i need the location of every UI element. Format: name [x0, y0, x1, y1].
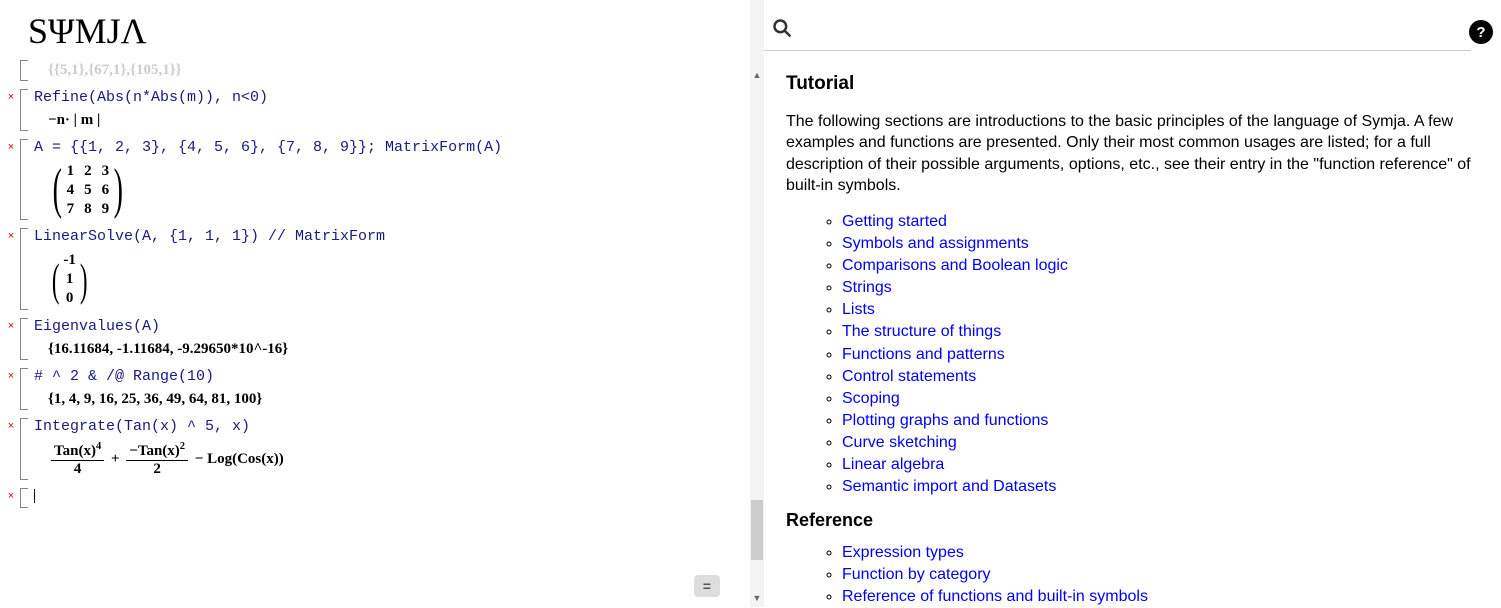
list-item: Scoping	[842, 388, 1471, 410]
cell-bracket	[20, 368, 28, 410]
tutorial-link[interactable]: Comparisons and Boolean logic	[842, 257, 1068, 274]
list-item: Comparisons and Boolean logic	[842, 255, 1471, 277]
cell-bracket	[20, 318, 28, 360]
cell-bracket	[20, 488, 28, 508]
list-item: Semantic import and Datasets	[842, 476, 1471, 498]
cell-bracket	[20, 228, 28, 309]
delete-cell-button[interactable]: ×	[4, 137, 18, 153]
tutorial-link[interactable]: The structure of things	[842, 323, 1001, 340]
search-bar	[764, 0, 1471, 51]
cell-input[interactable]: LinearSolve(A, {1, 1, 1}) // MatrixForm	[34, 226, 740, 247]
cell-input-active[interactable]	[34, 486, 740, 507]
help-icon[interactable]: ?	[1469, 20, 1493, 44]
list-item: Lists	[842, 299, 1471, 321]
cell-input[interactable]: A = {{1, 2, 3}, {4, 5, 6}, {7, 8, 9}}; M…	[34, 137, 740, 158]
list-item: Functions and patterns	[842, 344, 1471, 366]
list-item: Symbols and assignments	[842, 233, 1471, 255]
app-root: SΨMJΛ × {{5,1},{67,1},{105,1}} × Refine(…	[0, 0, 1501, 607]
tutorial-link[interactable]: Scoping	[842, 390, 900, 407]
list-item: Reference of functions and built-in symb…	[842, 586, 1471, 608]
cell-output: ( 123 456 789 )	[34, 158, 740, 222]
reference-heading: Reference	[786, 508, 1471, 532]
cell-input[interactable]: Eigenvalues(A)	[34, 316, 740, 337]
scroll-up-icon[interactable]: ▲	[750, 70, 764, 84]
notebook-scrollbar[interactable]: ▲ ▼	[750, 0, 764, 607]
tutorial-list: Getting started Symbols and assignments Co…	[786, 211, 1471, 498]
search-input[interactable]	[802, 18, 1463, 44]
cell-output: ( -1 1 0 )	[34, 247, 740, 311]
cell-output: {16.11684, -1.11684, -9.29650*10^-16}	[34, 337, 740, 362]
search-icon[interactable]	[772, 18, 792, 44]
list-item: Plotting graphs and functions	[842, 410, 1471, 432]
tutorial-heading: Tutorial	[786, 71, 1471, 97]
list-item: Strings	[842, 277, 1471, 299]
list-item: Control statements	[842, 366, 1471, 388]
tutorial-link[interactable]: Getting started	[842, 213, 947, 230]
cell-bracket	[20, 139, 28, 220]
reference-link[interactable]: Function by category	[842, 566, 991, 583]
doc-pane: ? Tutorial The following sections are in…	[764, 0, 1501, 607]
tutorial-intro: The following sections are introductions…	[786, 111, 1471, 197]
cell-empty: ×	[0, 486, 740, 510]
tutorial-link[interactable]: Curve sketching	[842, 434, 957, 451]
brand-logo: SΨMJΛ	[0, 0, 750, 54]
cell: × # ^ 2 & /@ Range(10) {1, 4, 9, 16, 25,…	[0, 366, 740, 412]
list-item: Curve sketching	[842, 432, 1471, 454]
list-item: The structure of things	[842, 321, 1471, 343]
scroll-thumb[interactable]	[751, 500, 763, 560]
reference-list: Expression types Function by category Refe…	[786, 542, 1471, 608]
cell: × Integrate(Tan(x) ^ 5, x) Tan(x)44 + −T…	[0, 416, 740, 482]
list-item: Getting started	[842, 211, 1471, 233]
cell: × A = {{1, 2, 3}, {4, 5, 6}, {7, 8, 9}};…	[0, 137, 740, 222]
cell-bracket	[20, 60, 28, 81]
cell-bracket	[20, 418, 28, 480]
tutorial-link[interactable]: Plotting graphs and functions	[842, 412, 1048, 429]
cell-output: −n· | m |	[34, 108, 740, 133]
delete-cell-button[interactable]: ×	[4, 316, 18, 332]
tutorial-link[interactable]: Functions and patterns	[842, 346, 1005, 363]
delete-cell-button[interactable]: ×	[4, 486, 18, 502]
cell-input[interactable]: # ^ 2 & /@ Range(10)	[34, 366, 740, 387]
cell: × Eigenvalues(A) {16.11684, -1.11684, -9…	[0, 316, 740, 362]
list-item: Linear algebra	[842, 454, 1471, 476]
tutorial-link[interactable]: Strings	[842, 279, 892, 296]
cell-faded: × {{5,1},{67,1},{105,1}}	[0, 58, 740, 83]
delete-cell-button[interactable]: ×	[4, 416, 18, 432]
reference-link[interactable]: Expression types	[842, 544, 964, 561]
cell-input[interactable]: Refine(Abs(n*Abs(m)), n<0)	[34, 87, 740, 108]
tutorial-link[interactable]: Lists	[842, 301, 875, 318]
cell-bracket	[20, 89, 28, 131]
tutorial-link[interactable]: Control statements	[842, 368, 976, 385]
tutorial-link[interactable]: Symbols and assignments	[842, 235, 1029, 252]
tutorial-link[interactable]: Linear algebra	[842, 456, 944, 473]
cell-output: {{5,1},{67,1},{105,1}}	[34, 58, 740, 83]
cell-input[interactable]: Integrate(Tan(x) ^ 5, x)	[34, 416, 740, 437]
scroll-down-icon[interactable]: ▼	[750, 593, 764, 607]
evaluate-button[interactable]: =	[694, 575, 720, 597]
reference-link[interactable]: Reference of functions and built-in symb…	[842, 588, 1148, 605]
cell-output: {1, 4, 9, 16, 25, 36, 49, 64, 81, 100}	[34, 387, 740, 412]
tutorial-link[interactable]: Semantic import and Datasets	[842, 478, 1056, 495]
list-item: Expression types	[842, 542, 1471, 564]
cell-list: × {{5,1},{67,1},{105,1}} × Refine(Abs(n*…	[0, 54, 750, 594]
doc-content: Tutorial The following sections are intr…	[764, 51, 1491, 608]
notebook-pane: SΨMJΛ × {{5,1},{67,1},{105,1}} × Refine(…	[0, 0, 750, 607]
delete-cell-button[interactable]: ×	[4, 366, 18, 382]
list-item: Function by category	[842, 564, 1471, 586]
cell: × LinearSolve(A, {1, 1, 1}) // MatrixFor…	[0, 226, 740, 311]
delete-cell-button[interactable]: ×	[4, 226, 18, 242]
cell-output: Tan(x)44 + −Tan(x)22 − Log(Cos(x))	[34, 437, 740, 482]
delete-cell-button[interactable]: ×	[4, 87, 18, 103]
cell: × Refine(Abs(n*Abs(m)), n<0) −n· | m |	[0, 87, 740, 133]
